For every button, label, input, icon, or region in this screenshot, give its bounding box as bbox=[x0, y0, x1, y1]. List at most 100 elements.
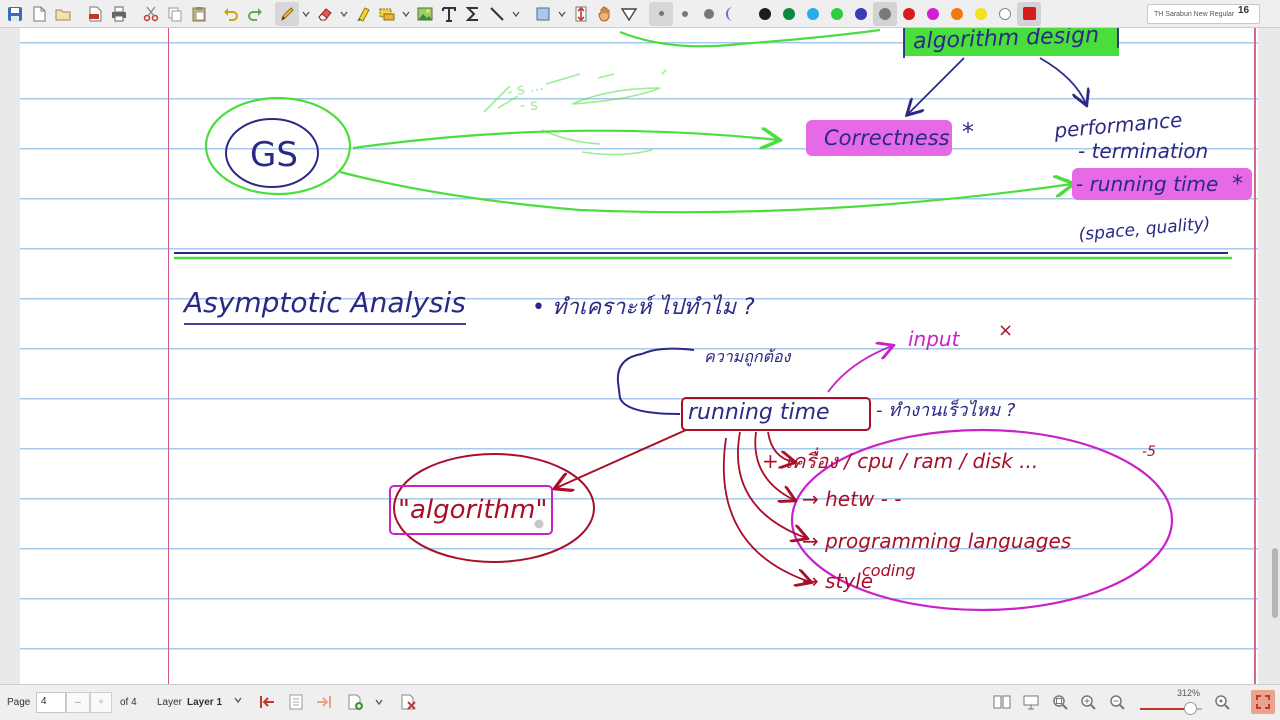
fill-icon[interactable] bbox=[721, 2, 745, 26]
zoom-percentage: 312% bbox=[1177, 688, 1201, 698]
zoom-out-icon[interactable] bbox=[1109, 694, 1125, 713]
font-size-value[interactable]: 16 bbox=[1238, 5, 1249, 16]
faint-swoosh bbox=[541, 129, 653, 156]
main-toolbar: TH Sarabun New Regular 16 bbox=[0, 0, 1280, 28]
cut-icon[interactable] bbox=[139, 2, 163, 26]
cross-mark: × bbox=[998, 320, 1013, 341]
paste-icon[interactable] bbox=[187, 2, 211, 26]
shape-icon[interactable] bbox=[531, 2, 555, 26]
color-swatch-green[interactable] bbox=[777, 2, 801, 26]
faint-oval bbox=[571, 87, 661, 105]
zoom-slider-handle[interactable] bbox=[1184, 702, 1197, 715]
go-first-page-icon[interactable] bbox=[258, 694, 276, 713]
algorithm-text: "algorithm" bbox=[398, 495, 547, 525]
hand-tool-icon[interactable] bbox=[593, 2, 617, 26]
color-swatch-black[interactable] bbox=[753, 2, 777, 26]
pointer-dot bbox=[534, 519, 544, 529]
vertical-space-icon[interactable] bbox=[569, 2, 593, 26]
gs-arrow-correctness bbox=[352, 131, 778, 148]
color-swatch-orange[interactable] bbox=[945, 2, 969, 26]
line-options-chevron-icon[interactable] bbox=[509, 2, 523, 26]
page-number-input[interactable]: 4 bbox=[36, 692, 66, 713]
color-swatch-gray[interactable] bbox=[873, 1, 897, 26]
font-name: TH Sarabun New Regular bbox=[1154, 10, 1235, 18]
note-canvas[interactable]: algorithm design - s ... - s GS Correctn… bbox=[0, 28, 1280, 684]
arrow-to-algorithm bbox=[556, 429, 687, 488]
factor-programming-language: → programming languages bbox=[802, 529, 1071, 553]
save-icon[interactable] bbox=[3, 2, 27, 26]
shape-options-chevron-icon[interactable] bbox=[555, 2, 569, 26]
status-bar: Page 4 – + of 4 Layer Layer 1 312% bbox=[0, 684, 1280, 720]
copy-icon[interactable] bbox=[163, 2, 187, 26]
correctness-thai-text: ความถูกต้อง bbox=[704, 347, 792, 367]
arrow-to-correctness bbox=[908, 57, 965, 114]
page-decrement-button[interactable]: – bbox=[66, 692, 90, 713]
vertical-scrollbar[interactable] bbox=[1270, 28, 1280, 684]
asymptotic-heading: Asymptotic Analysis bbox=[182, 286, 466, 319]
color-swatch-yellow[interactable] bbox=[969, 2, 993, 26]
color-swatch-magenta[interactable] bbox=[921, 2, 945, 26]
medium-pen-icon[interactable] bbox=[673, 2, 697, 26]
page-up-icon[interactable] bbox=[288, 693, 304, 714]
select-options-chevron-icon[interactable] bbox=[399, 2, 413, 26]
math-tex-icon[interactable] bbox=[461, 2, 485, 26]
image-icon[interactable] bbox=[413, 2, 437, 26]
color-swatch-light-green[interactable] bbox=[825, 2, 849, 26]
zoom-in-icon[interactable] bbox=[1080, 694, 1096, 713]
add-page-icon[interactable] bbox=[346, 693, 364, 714]
layer-chevron-icon[interactable] bbox=[233, 695, 243, 708]
undo-icon[interactable] bbox=[219, 2, 243, 26]
eraser-icon[interactable] bbox=[313, 2, 337, 26]
color-swatch-light-blue[interactable] bbox=[801, 2, 825, 26]
eraser-options-chevron-icon[interactable] bbox=[337, 2, 351, 26]
zoom-reset-icon[interactable] bbox=[1214, 694, 1230, 713]
redo-icon[interactable] bbox=[243, 2, 267, 26]
arrow-to-input bbox=[827, 346, 892, 393]
termination-text: - termination bbox=[1078, 139, 1208, 163]
arrow-to-performance bbox=[1039, 57, 1086, 104]
input-text: input bbox=[908, 327, 961, 351]
page-total: of 4 bbox=[120, 697, 137, 708]
correctness-text: Correctness bbox=[824, 126, 950, 150]
why-analyze-question: • ทำเคราะห์ ไปทำไม ? bbox=[532, 294, 755, 320]
custom-color-button[interactable] bbox=[1017, 1, 1041, 26]
open-folder-icon[interactable] bbox=[51, 2, 75, 26]
thick-pen-icon[interactable] bbox=[697, 2, 721, 26]
running-time-top-text: - running time bbox=[1076, 172, 1218, 196]
select-region-icon[interactable] bbox=[375, 2, 399, 26]
correctness-star: * bbox=[962, 118, 974, 146]
page-options-chevron-icon[interactable] bbox=[374, 697, 384, 710]
ink-layer: algorithm design - s ... - s GS Correctn… bbox=[174, 28, 1252, 612]
factor-hardware-tail: -5 bbox=[1142, 444, 1156, 460]
layer-label: Layer bbox=[157, 697, 183, 708]
layer-selector[interactable]: Layer 1 bbox=[187, 697, 222, 708]
two-page-view-icon[interactable] bbox=[993, 694, 1011, 713]
go-last-page-icon[interactable] bbox=[315, 694, 333, 713]
run-fast-question: - ทำงานเร็วไหม ? bbox=[876, 399, 1016, 421]
zoom-fit-icon[interactable] bbox=[1052, 694, 1068, 713]
note-page[interactable]: algorithm design - s ... - s GS Correctn… bbox=[20, 28, 1258, 684]
fine-pen-icon[interactable] bbox=[649, 1, 673, 26]
space-quality-text: (space, quality) bbox=[1078, 214, 1211, 245]
new-note-icon[interactable] bbox=[27, 2, 51, 26]
color-swatch-red[interactable] bbox=[897, 2, 921, 26]
delete-page-icon[interactable] bbox=[399, 693, 417, 714]
line-tool-icon[interactable] bbox=[485, 2, 509, 26]
page-increment-button[interactable]: + bbox=[90, 692, 112, 713]
text-tool-icon[interactable] bbox=[437, 2, 461, 26]
pen-options-chevron-icon[interactable] bbox=[299, 2, 313, 26]
filter-icon[interactable] bbox=[617, 2, 641, 26]
export-pdf-icon[interactable] bbox=[83, 2, 107, 26]
running-time-bottom-text: running time bbox=[688, 400, 830, 425]
fullscreen-icon[interactable] bbox=[1251, 690, 1275, 714]
print-icon[interactable] bbox=[107, 2, 131, 26]
color-swatch-white[interactable] bbox=[993, 2, 1017, 26]
scrollbar-thumb[interactable] bbox=[1272, 548, 1278, 618]
performance-text: performance bbox=[1052, 108, 1183, 143]
factor-hetw: → hetw - - bbox=[802, 487, 901, 511]
color-swatch-blue[interactable] bbox=[849, 2, 873, 26]
running-time-top-star: * bbox=[1232, 172, 1243, 197]
pen-tool-icon[interactable] bbox=[275, 1, 299, 26]
highlighter-icon[interactable] bbox=[351, 2, 375, 26]
presentation-icon[interactable] bbox=[1022, 694, 1040, 713]
